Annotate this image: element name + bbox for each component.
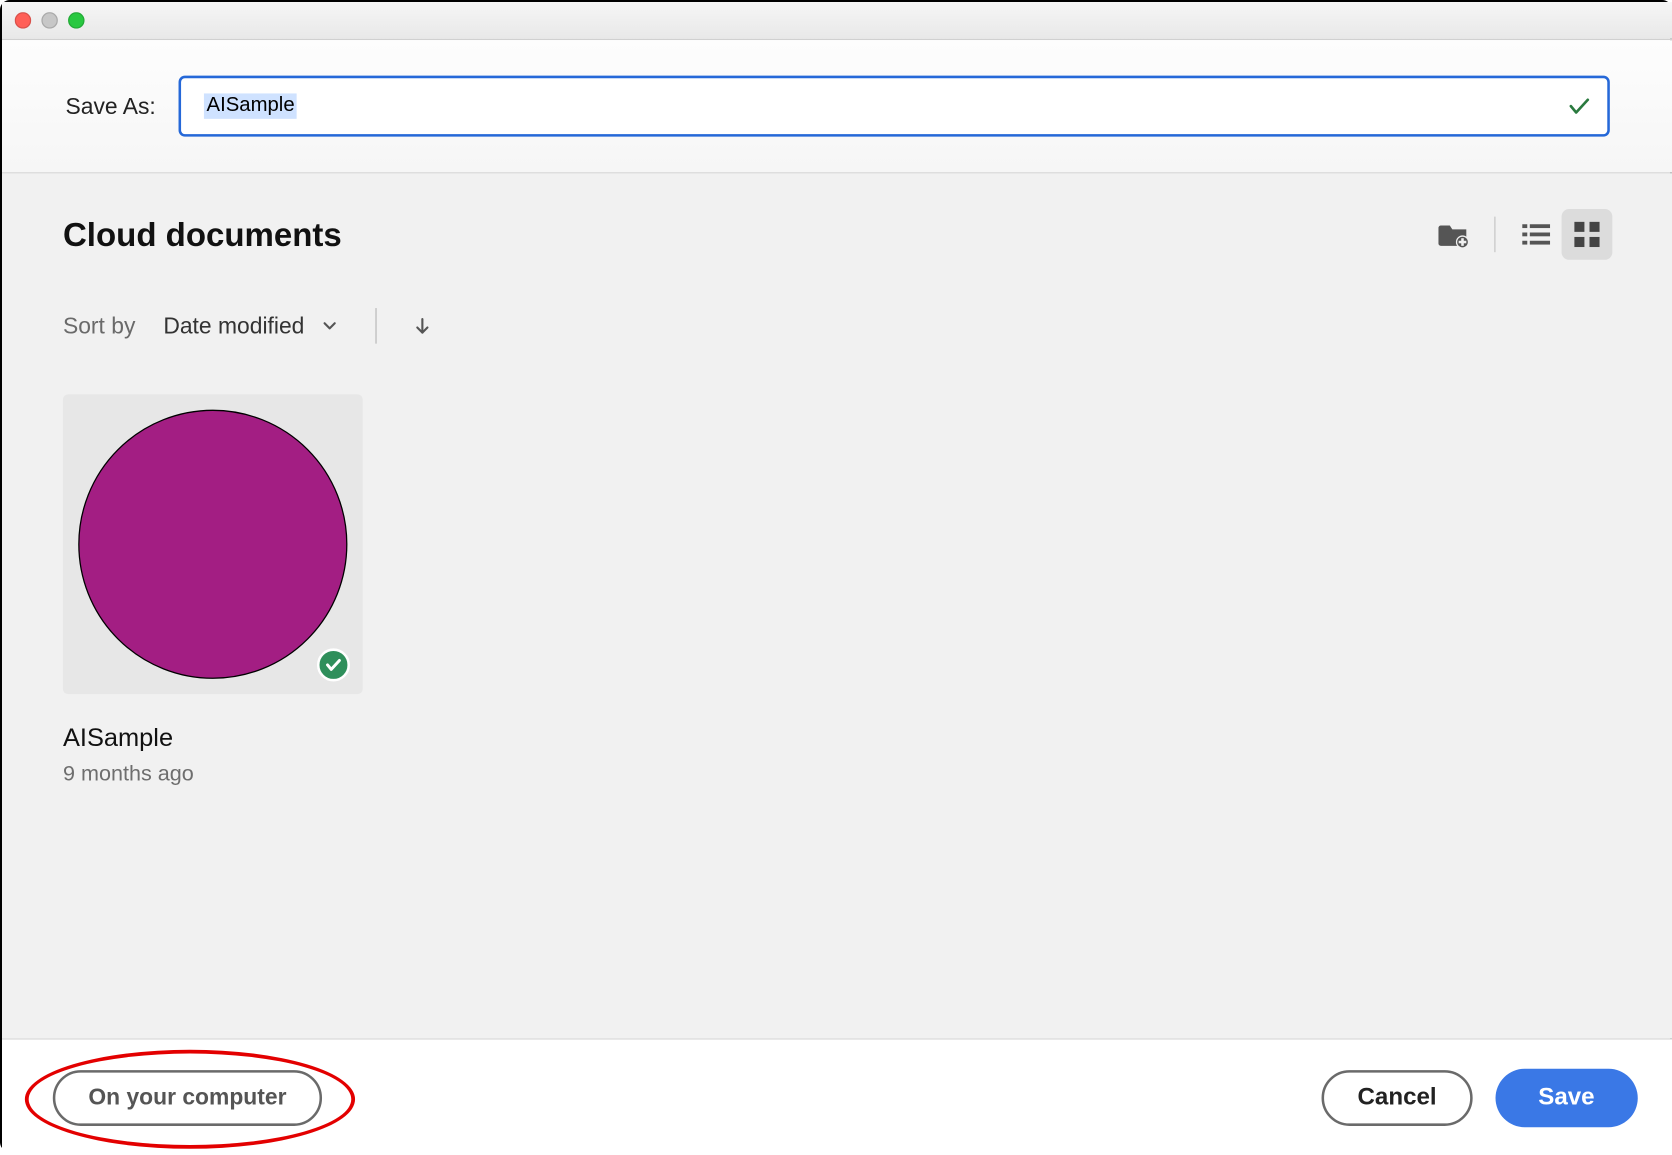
- header-actions: [1428, 209, 1612, 260]
- save-button[interactable]: Save: [1495, 1068, 1638, 1126]
- checkmark-icon: [1567, 93, 1592, 118]
- check-icon: [325, 656, 343, 674]
- grid-icon: [1574, 222, 1599, 247]
- section-header: Cloud documents: [63, 209, 1612, 260]
- footer: On your computer Cancel Save: [2, 1038, 1672, 1155]
- sort-label: Sort by: [63, 313, 135, 340]
- document-thumbnail[interactable]: [63, 394, 363, 694]
- new-folder-button[interactable]: [1428, 209, 1479, 260]
- sync-badge: [317, 648, 350, 681]
- save-as-field[interactable]: AISample: [179, 76, 1610, 137]
- cancel-button[interactable]: Cancel: [1322, 1069, 1472, 1125]
- documents-grid: AISample 9 months ago: [63, 394, 1612, 786]
- window-fullscreen-button[interactable]: [68, 12, 85, 29]
- document-item[interactable]: AISample 9 months ago: [63, 394, 363, 786]
- section-title: Cloud documents: [63, 215, 342, 254]
- document-name: AISample: [63, 725, 363, 754]
- list-view-button[interactable]: [1511, 209, 1562, 260]
- save-as-label: Save As:: [66, 93, 156, 120]
- sort-select[interactable]: Date modified: [163, 313, 340, 340]
- window-close-button[interactable]: [15, 12, 32, 29]
- thumbnail-artwork: [78, 410, 347, 679]
- titlebar: [2, 2, 1672, 40]
- main-panel: Cloud documents Sort by Date modified: [2, 173, 1672, 1038]
- list-icon: [1522, 223, 1550, 246]
- chevron-down-icon: [320, 316, 340, 336]
- document-meta: 9 months ago: [63, 761, 363, 786]
- sort-selected: Date modified: [163, 313, 304, 340]
- window-minimize-button[interactable]: [41, 12, 58, 29]
- arrow-down-icon: [412, 314, 432, 337]
- save-as-bar: Save As: AISample: [2, 40, 1672, 173]
- divider: [1494, 217, 1495, 253]
- save-as-value[interactable]: AISample: [204, 93, 297, 118]
- on-your-computer-button[interactable]: On your computer: [53, 1069, 322, 1125]
- grid-view-button[interactable]: [1562, 209, 1613, 260]
- folder-plus-icon: [1438, 220, 1468, 248]
- sort-row: Sort by Date modified: [63, 308, 1612, 344]
- sort-direction-button[interactable]: [412, 314, 432, 337]
- divider: [375, 308, 376, 344]
